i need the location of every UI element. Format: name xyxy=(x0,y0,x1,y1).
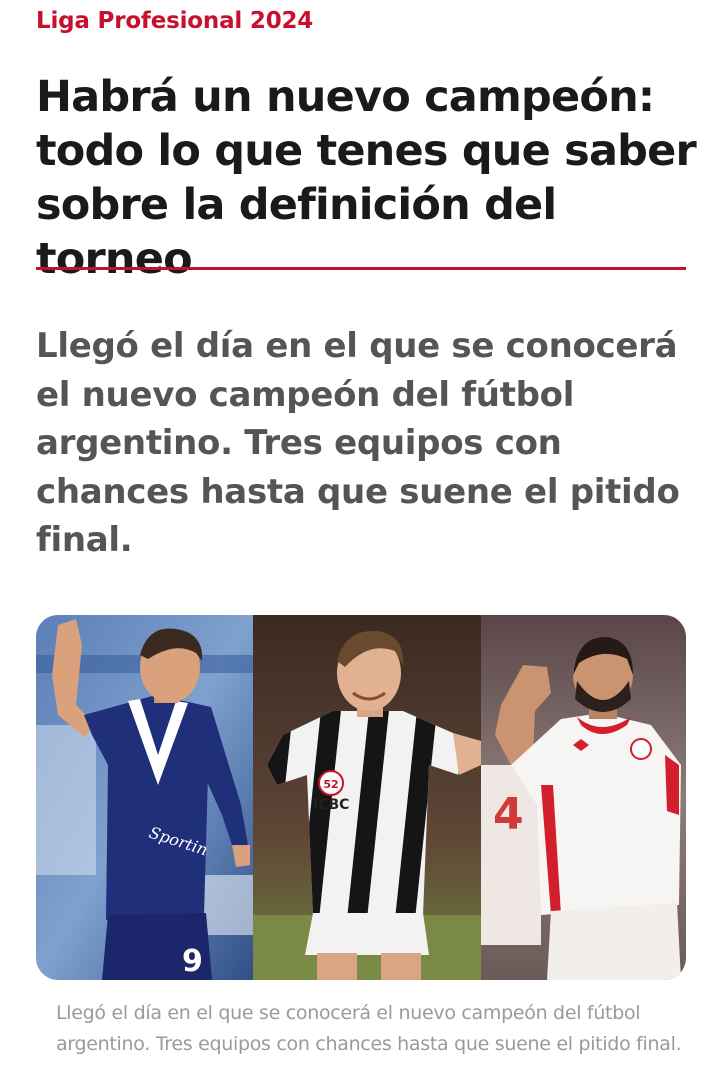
section-kicker[interactable]: Liga Profesional 2024 xyxy=(36,8,313,34)
image-caption: Llegó el día en el que se conocerá el nu… xyxy=(56,1002,682,1055)
article-headline: Habrá un nuevo campeón: todo lo que tene… xyxy=(36,72,697,284)
player-photo-velez: 9 Sportin xyxy=(36,615,253,980)
article-hero-image[interactable]: 9 Sportin 52 ICBC 4 xyxy=(36,615,686,980)
player-illustration-velez: 9 Sportin xyxy=(36,615,253,980)
headline-divider xyxy=(36,267,686,270)
sponsor-text-talleres: ICBC xyxy=(313,797,349,813)
background-jersey-number: 4 xyxy=(493,789,524,840)
article-page: Liga Profesional 2024 Habrá un nuevo cam… xyxy=(0,0,718,1083)
jersey-number-velez: 9 xyxy=(182,944,203,979)
player-photo-talleres: 52 ICBC xyxy=(253,615,481,980)
player-illustration-talleres: 52 ICBC xyxy=(253,615,481,980)
badge-number-talleres: 52 xyxy=(323,778,338,791)
article-lead: Llegó el día en el que se conocerá el nu… xyxy=(36,326,680,560)
player-photo-huracan: 4 xyxy=(481,615,686,980)
player-illustration-huracan: 4 xyxy=(481,615,686,980)
